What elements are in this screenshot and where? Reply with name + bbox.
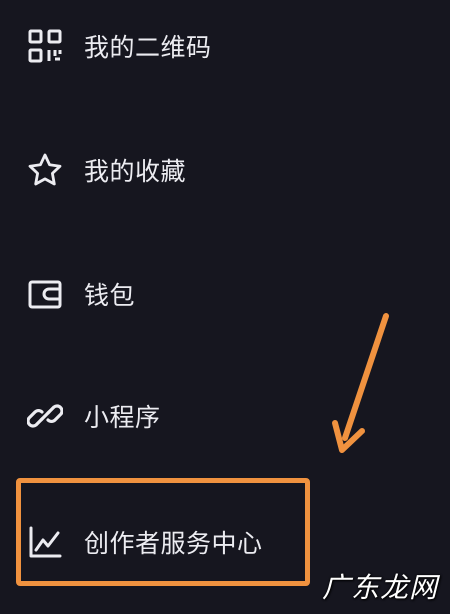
wallet-icon bbox=[27, 276, 63, 312]
qr-code-icon bbox=[27, 28, 63, 64]
watermark: 广东龙网 bbox=[321, 571, 438, 604]
link-icon bbox=[27, 398, 63, 434]
star-icon bbox=[27, 152, 63, 188]
menu-item-wallet[interactable]: 钱包 bbox=[0, 262, 340, 326]
menu-item-my-qr-code[interactable]: 我的二维码 bbox=[0, 14, 340, 78]
highlight-box bbox=[16, 478, 310, 586]
menu-item-label: 钱包 bbox=[84, 281, 136, 310]
menu-item-label: 小程序 bbox=[84, 403, 161, 432]
menu-item-mini-programs[interactable]: 小程序 bbox=[0, 384, 340, 448]
menu-item-label: 我的二维码 bbox=[84, 33, 212, 62]
menu-item-my-favorites[interactable]: 我的收藏 bbox=[0, 138, 340, 202]
menu-item-label: 我的收藏 bbox=[84, 157, 187, 186]
